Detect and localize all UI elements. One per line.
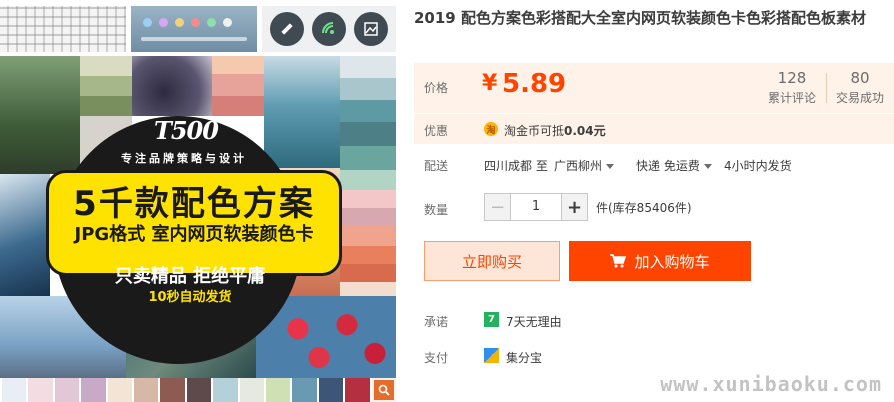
- swatch: [212, 74, 264, 96]
- swatch: [212, 56, 264, 74]
- product-image-gallery: T500 专注品牌策略与设计 5千款配色方案 JPG格式 室内网页软装颜色卡 只…: [0, 0, 396, 402]
- wave-photo: [0, 174, 50, 296]
- ship-text: 10秒自动发货: [148, 290, 232, 305]
- purple-dot-icon: [159, 18, 168, 27]
- price-box: 价格 ¥ 5.89 128 累计评论 80 交易成功: [414, 63, 894, 113]
- brand-tagline: 专注品牌策略与设计: [121, 152, 247, 165]
- headline-text: 5千款配色方案: [73, 184, 315, 224]
- swatch: [80, 76, 132, 96]
- payment-text: 集分宝: [506, 351, 543, 365]
- sales-count: 80: [850, 69, 870, 87]
- swatch: [340, 226, 396, 246]
- white-dot-icon: [223, 18, 232, 27]
- swatch: [340, 208, 396, 226]
- reviews-stat[interactable]: 128 累计评论: [766, 69, 818, 106]
- reviews-count: 128: [777, 69, 807, 87]
- watermark-text: www.xunibaoku.com: [660, 372, 882, 396]
- promo-label: 优惠: [424, 124, 449, 138]
- quantity-increase-button[interactable]: +: [561, 194, 587, 220]
- quantity-label: 数量: [424, 203, 449, 217]
- add-to-cart-button[interactable]: 加入购物车: [569, 241, 751, 281]
- thumbnail-bar: [141, 37, 247, 41]
- image-icon: [354, 12, 388, 46]
- swatch: [340, 282, 396, 296]
- delivery-label: 配送: [424, 159, 449, 173]
- delivery-from: 四川成都 至: [484, 159, 548, 173]
- swatch: [340, 146, 396, 170]
- forest-photo: [0, 56, 80, 174]
- promise-label: 承诺: [424, 315, 449, 329]
- thumbnail-icon-grid[interactable]: [0, 6, 126, 52]
- subline-text: JPG格式 室内网页软装颜色卡: [74, 224, 314, 245]
- jifenbao-icon: [484, 348, 499, 363]
- swatch-strip: [0, 378, 396, 402]
- shipping-select[interactable]: 快递 免运费: [636, 157, 712, 174]
- thumbnail-round-icons[interactable]: [262, 6, 396, 52]
- price-label: 价格: [424, 81, 449, 95]
- wifi-icon: [312, 12, 346, 46]
- promise-text[interactable]: 7天无理由: [506, 313, 562, 330]
- swatch: [212, 96, 264, 116]
- promo-text: 淘金币可抵0.04元: [504, 124, 606, 138]
- brand-logo: T500: [154, 116, 219, 145]
- price-currency: ¥: [482, 71, 498, 96]
- green-dot-icon: [207, 18, 216, 27]
- stat-divider: [826, 73, 827, 103]
- swatch: [340, 264, 396, 282]
- main-product-image[interactable]: T500 专注品牌策略与设计 5千款配色方案 JPG格式 室内网页软装颜色卡 只…: [0, 56, 396, 402]
- swatch: [340, 170, 396, 190]
- coin-icon: 淘: [484, 122, 498, 136]
- swatch: [340, 78, 396, 100]
- buy-now-button[interactable]: 立即购买: [424, 241, 560, 281]
- stock-text: 件(库存85406件): [596, 201, 692, 215]
- sales-label: 交易成功: [835, 91, 884, 105]
- price-value: 5.89: [502, 69, 567, 99]
- zoom-search-icon[interactable]: [374, 380, 394, 400]
- red-dot-icon: [191, 18, 200, 27]
- swatch: [340, 122, 396, 146]
- payment-label: 支付: [424, 351, 449, 365]
- yellow-dot-icon: [175, 18, 184, 27]
- promo-box: 优惠 淘 淘金币可抵0.04元: [414, 114, 894, 144]
- add-to-cart-label: 加入购物车: [634, 252, 710, 271]
- berries-photo: [132, 56, 212, 116]
- product-title: 2019 配色方案色彩搭配大全室内网页软装颜色卡色彩搭配色板素材: [414, 9, 866, 27]
- sales-stat: 80 交易成功: [834, 69, 886, 106]
- chevron-down-icon: [606, 164, 615, 169]
- swatch: [340, 246, 396, 264]
- swatch: [340, 100, 396, 122]
- swatch: [340, 190, 396, 208]
- quantity-stepper: − 1 +: [484, 193, 588, 221]
- sea-photo: [264, 56, 340, 168]
- cart-icon: [610, 254, 627, 268]
- swatch: [340, 56, 396, 78]
- ship-time: 4小时内发货: [724, 159, 792, 173]
- product-detail-panel: 2019 配色方案色彩搭配大全室内网页软装颜色卡色彩搭配色板素材 价格 ¥ 5.…: [414, 0, 894, 402]
- seven-day-icon: 7: [484, 312, 499, 327]
- delivery-to-select[interactable]: 广西柳州: [554, 157, 615, 174]
- thumbnail-ui-buttons[interactable]: [131, 6, 257, 52]
- reviews-label: 累计评论: [767, 91, 816, 105]
- quantity-decrease-button[interactable]: −: [485, 194, 511, 220]
- chevron-down-icon: [703, 164, 712, 169]
- satellite-icon: [270, 12, 304, 46]
- sell-text: 只卖精品 拒绝平庸: [114, 266, 266, 287]
- blue-dot-icon: [143, 18, 152, 27]
- swatch: [80, 56, 132, 76]
- swatch: [80, 96, 132, 116]
- quantity-input[interactable]: 1: [511, 194, 561, 220]
